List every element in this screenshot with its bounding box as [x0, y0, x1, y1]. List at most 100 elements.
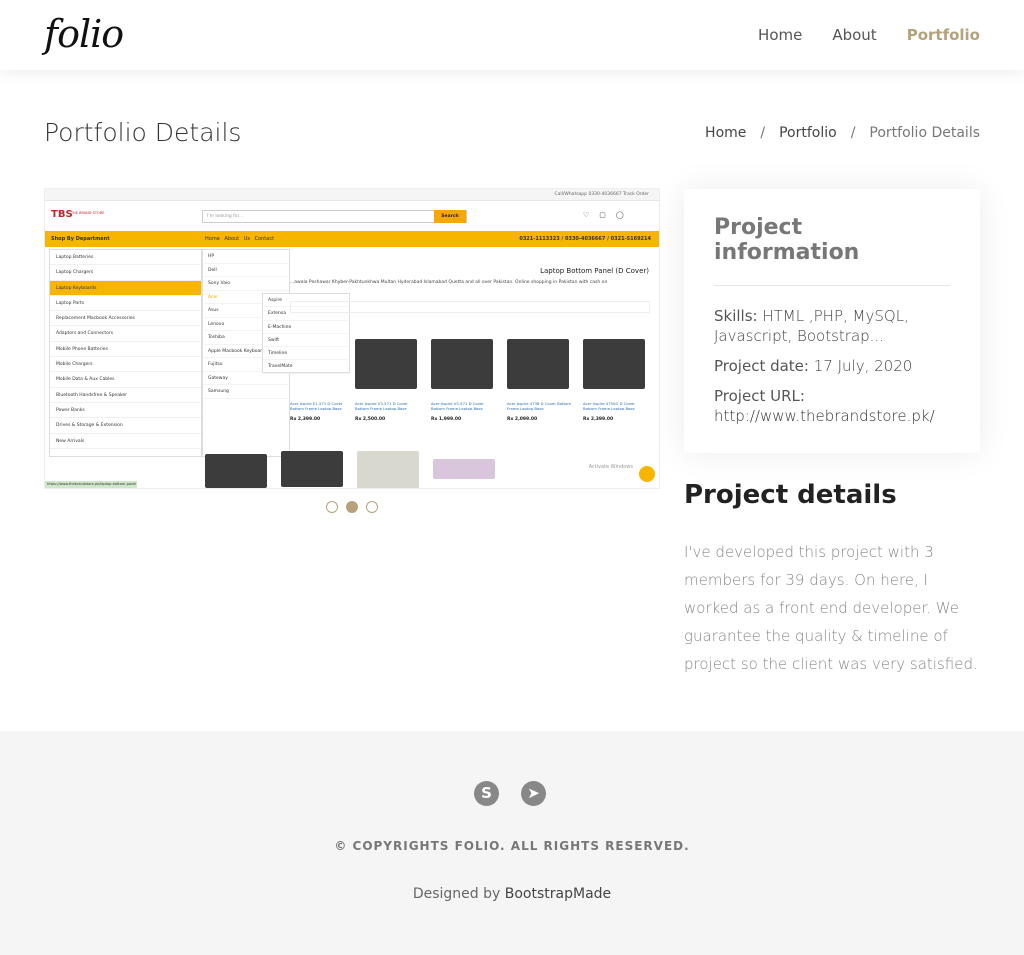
- breadcrumb-current: Portfolio Details: [869, 125, 980, 141]
- project-date: Project date: 17 July, 2020: [714, 357, 913, 375]
- shot-menu-item: Mobile Chargers: [50, 357, 201, 373]
- shot-links: Home About Us Contact: [205, 236, 275, 242]
- site-header: folio Home About Portfolio: [0, 0, 1024, 70]
- copyright-text: © COPYRIGHTS FOLIO. ALL RIGHTS RESERVED.: [334, 839, 690, 853]
- shot-phones: 0321-1113323 / 0330-4036667 / 0321-51692…: [519, 236, 651, 242]
- carousel-dot-2[interactable]: [346, 501, 358, 513]
- shot-menu-item: Mobile Data & Aux Cables: [50, 372, 201, 388]
- nav-portfolio[interactable]: Portfolio: [907, 26, 980, 44]
- heart-icon: ♡: [583, 211, 590, 219]
- cart-icon: ▢: [599, 211, 606, 219]
- shot-search-button: Search: [434, 210, 466, 223]
- shot-search-placeholder: I'm looking for...: [207, 214, 244, 219]
- shot-product-price: Rx 2,500.00: [355, 417, 386, 422]
- page-title: Portfolio Details: [44, 118, 242, 147]
- shot-menu-item: New Arrivals: [50, 434, 201, 449]
- shot-watermark: Activate Windows: [588, 464, 633, 470]
- shot-product-name: Acer Aspire V5-571 D Cover Bottom Frame …: [431, 401, 484, 411]
- chat-icon: [639, 466, 655, 482]
- main-nav: Home About Portfolio: [758, 26, 980, 44]
- shot-menu-item: Laptop Chargers: [50, 265, 201, 281]
- shot-product-name: Acer Aspire V3-571 D Cover Bottom Frame …: [355, 401, 408, 411]
- shot-product-price: Rx 2,399.00: [290, 417, 321, 422]
- shot-product-image: [357, 451, 419, 488]
- credits-link[interactable]: BootstrapMade: [505, 886, 611, 902]
- shot-topbar: Call/Whatsapp 0330-4036667 Track Order: [45, 189, 659, 201]
- social-links: S ➤: [474, 781, 546, 806]
- credits-prefix: Designed by: [412, 886, 501, 902]
- shot-menu-item: Laptop Keyboards: [50, 280, 201, 296]
- shot-logo-sub: THE BRAND STORE: [71, 211, 105, 215]
- url-label: Project URL: [714, 387, 800, 405]
- shot-product-image: [355, 339, 417, 389]
- shot-product-name: Acer Aspire 4750G D Cover Bottom Frame L…: [583, 401, 635, 411]
- shot-submenu-item: Dell: [203, 264, 289, 277]
- site-logo[interactable]: folio: [44, 12, 124, 56]
- shot-product-desc: ...awala Peshawar Khyber-Pakhtunkhwa Mul…: [290, 280, 608, 285]
- project-details-heading: Project details: [684, 480, 897, 510]
- date-value: 17 July, 2020: [813, 357, 913, 375]
- shot-topbar-text: Call/Whatsapp 0330-4036667 Track Order: [554, 192, 649, 197]
- date-label: Project date: [714, 357, 804, 375]
- portfolio-slide-image[interactable]: Call/Whatsapp 0330-4036667 Track Order T…: [44, 188, 660, 489]
- shot-logo: TBS: [51, 209, 73, 220]
- project-url-link[interactable]: http://www.thebrandstore.pk/: [714, 407, 935, 425]
- shot-submenu-item: Swift: [263, 334, 349, 348]
- shot-product-name: Acer Aspire E1-571 D Cover Bottom Frame …: [290, 401, 343, 411]
- shot-menu-item: Adaptors and Connectors: [50, 326, 201, 342]
- shot-submenu-item: TravelMate: [263, 360, 349, 374]
- shot-product-image: [433, 459, 495, 479]
- skype-icon[interactable]: S: [474, 781, 499, 806]
- shot-product-price: Rx 1,999.00: [431, 417, 462, 422]
- carousel-pagination: [326, 501, 378, 513]
- shot-category-menu: Laptop Batteries Laptop Chargers Laptop …: [49, 249, 202, 457]
- shot-menu-item: Laptop Batteries: [50, 250, 201, 266]
- shot-dept: Shop By Department: [51, 236, 110, 242]
- shot-menu-item: Mobile Phone Batteries: [50, 342, 201, 358]
- shot-submenu-item: Samsung: [203, 385, 289, 399]
- shot-product-image: [431, 339, 493, 389]
- project-info-card: Project information Skills: HTML ,PHP, M…: [684, 189, 980, 453]
- shot-submenu-item: Sony Vaio: [203, 277, 289, 291]
- shot-submenu-item: E-Machine: [263, 321, 349, 334]
- shot-product-image: [205, 454, 267, 488]
- shot-menu-item: Laptop Parts: [50, 296, 201, 312]
- shot-icons: ♡ ▢ ◯: [583, 211, 624, 219]
- nav-home[interactable]: Home: [758, 26, 802, 44]
- shot-search: I'm looking for... Search: [202, 210, 467, 223]
- shot-menu-item: Drives & Storage & Extension: [50, 418, 201, 434]
- shot-menu-item: Bluetooth Handsfree & Speaker: [50, 388, 201, 403]
- shot-product-price: Rx 2,399.00: [583, 417, 614, 422]
- breadcrumb-separator: /: [850, 125, 856, 141]
- breadcrumb-portfolio[interactable]: Portfolio: [779, 125, 837, 141]
- shot-menu-item: Power Banks: [50, 403, 201, 419]
- shot-product-price: Rx 2,099.00: [507, 417, 538, 422]
- shot-product-image: [507, 339, 569, 389]
- nav-about[interactable]: About: [832, 26, 876, 44]
- shot-brand-row: TBS THE BRAND STORE I'm looking for... S…: [45, 201, 659, 231]
- project-skills: Skills: HTML ,PHP, MySQL, Javascript, Bo…: [714, 307, 909, 345]
- carousel-dot-1[interactable]: [326, 501, 338, 513]
- skills-label: Skills: [714, 307, 753, 325]
- shot-status-bar: https://www.thebrandstore.pk/laptop-bott…: [45, 481, 137, 488]
- shot-sort-bar: [290, 301, 650, 313]
- site-footer: S ➤ © COPYRIGHTS FOLIO. ALL RIGHTS RESER…: [0, 731, 1024, 955]
- shot-menu-item: Replacement Macbook Accessories: [50, 311, 201, 327]
- credits: Designed by BootstrapMade: [0, 886, 1024, 902]
- carousel-dot-3[interactable]: [366, 501, 378, 513]
- breadcrumb: Home / Portfolio / Portfolio Details: [705, 125, 980, 141]
- project-details-text: I've developed this project with 3 membe…: [684, 543, 978, 673]
- telegram-icon[interactable]: ➤: [521, 781, 546, 806]
- user-icon: ◯: [615, 211, 624, 219]
- shot-nav-bar: Shop By Department Home About Us Contact…: [45, 231, 659, 247]
- breadcrumb-home[interactable]: Home: [705, 125, 746, 141]
- shot-submenu-item: HP: [203, 250, 289, 264]
- breadcrumb-separator: /: [760, 125, 766, 141]
- project-info-heading: Project information: [714, 215, 950, 286]
- project-url: Project URL: http://www.thebrandstore.pk…: [714, 387, 935, 425]
- shot-product-image: [281, 451, 343, 487]
- shot-product-image: [583, 339, 645, 389]
- shot-product-title: Laptop Bottom Panel (D Cover): [540, 267, 649, 275]
- shot-product-name: Acer Aspire 4738 D Cover Bottom Frame La…: [507, 401, 572, 411]
- shot-submenu-item: Timeline: [263, 347, 349, 361]
